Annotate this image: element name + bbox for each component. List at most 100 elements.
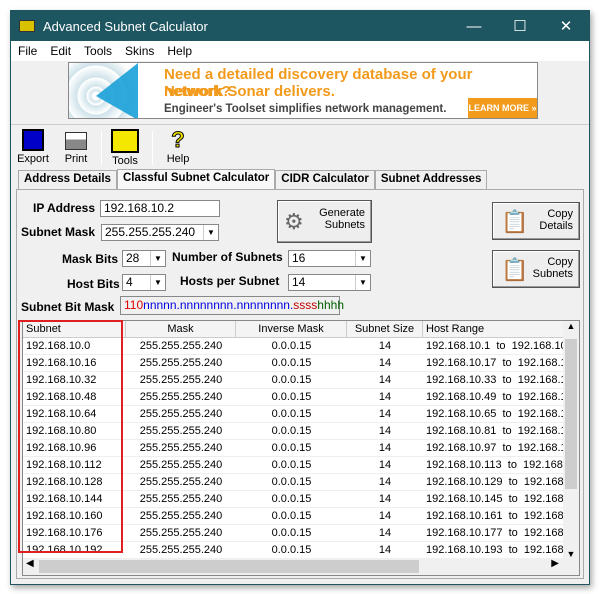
clipboard-icon: 📋	[501, 257, 529, 282]
subnet-mask-value: 255.255.255.240	[105, 225, 196, 239]
chevron-down-icon[interactable]: ▼	[203, 225, 218, 240]
number-of-subnets-value: 16	[292, 251, 306, 265]
radar-graphic	[69, 63, 151, 118]
cell-inverse-mask: 0.0.0.15	[271, 476, 312, 488]
bits-host: hhhh	[317, 298, 344, 312]
question-mark-icon: ?	[171, 127, 185, 152]
cell-subnet-size: 14	[378, 493, 392, 505]
cell-subnet-size: 14	[378, 510, 392, 522]
copy-subnets-button[interactable]: 📋 Copy Subnets	[492, 250, 580, 288]
mask-bits-value: 28	[126, 251, 140, 265]
subnet-bit-mask-field: 110nnnnn.nnnnnnnn.nnnnnnnn.sssshhhh	[120, 296, 344, 315]
cell-inverse-mask: 0.0.0.15	[271, 544, 312, 556]
cell-inverse-mask: 0.0.0.15	[271, 442, 312, 454]
mask-bits-select[interactable]: 28 ▼	[122, 250, 166, 267]
cell-host-range: 192.168.10.65 to 192.168.1	[426, 408, 565, 420]
mask-bits-label: Mask Bits	[62, 252, 119, 266]
export-button[interactable]: Export	[15, 129, 51, 165]
chevron-down-icon[interactable]: ▼	[355, 275, 370, 290]
close-button[interactable]: ✕	[543, 17, 589, 35]
print-label: Print	[64, 153, 88, 165]
menu-tools[interactable]: Tools	[77, 44, 118, 58]
hosts-per-subnet-label: Hosts per Subnet	[180, 274, 280, 288]
bits-network: nnnnn.nnnnnnnn.nnnnnnnn.	[143, 298, 294, 312]
cell-mask: 255.255.255.240	[139, 459, 223, 471]
window-title: Advanced Subnet Calculator	[43, 18, 208, 34]
bits-class: 110	[124, 298, 144, 312]
menu-file[interactable]: File	[11, 44, 43, 58]
cell-inverse-mask: 0.0.0.15	[271, 391, 312, 403]
floppy-disk-icon	[22, 129, 44, 151]
cell-host-range: 192.168.10.177 to 192.168.	[426, 527, 565, 539]
clipboard-icon: 📋	[501, 209, 529, 234]
tab-bar: Address Details Classful Subnet Calculat…	[18, 169, 488, 189]
maximize-button[interactable]: ☐	[497, 17, 543, 35]
subnet-mask-label: Subnet Mask	[21, 225, 96, 239]
toolbar-separator	[101, 131, 102, 165]
host-bits-value: 4	[126, 275, 133, 289]
hosts-per-subnet-select[interactable]: 14 ▼	[288, 274, 371, 291]
banner-subheadline: Network Sonar delivers.	[164, 83, 335, 100]
menu-bar: File Edit Tools Skins Help	[11, 41, 589, 61]
cell-host-range: 192.168.10.81 to 192.168.1	[426, 425, 565, 437]
column-mask[interactable]: Mask	[126, 321, 236, 337]
cell-host-range: 192.168.10.33 to 192.168.1	[426, 374, 565, 386]
ip-address-input[interactable]: 192.168.10.2	[100, 200, 220, 217]
minimize-button[interactable]: —	[451, 18, 497, 35]
number-of-subnets-select[interactable]: 16 ▼	[288, 250, 371, 267]
highlight-box	[18, 320, 123, 553]
generate-subnets-button[interactable]: ⚙ Generate Subnets	[277, 200, 372, 243]
horizontal-scrollbar[interactable]: ◀ ▶	[23, 558, 579, 575]
copy-details-label: Copy Details	[539, 208, 573, 232]
cell-mask: 255.255.255.240	[139, 510, 223, 522]
tools-label: Tools	[112, 155, 138, 167]
number-of-subnets-label: Number of Subnets	[172, 250, 283, 264]
cell-inverse-mask: 0.0.0.15	[271, 374, 312, 386]
cell-mask: 255.255.255.240	[139, 476, 223, 488]
column-host-range[interactable]: Host Range	[423, 321, 565, 337]
cell-host-range: 192.168.10.129 to 192.168.	[426, 476, 565, 488]
cell-subnet-size: 14	[378, 374, 392, 386]
tab-cidr-calculator[interactable]: CIDR Calculator	[275, 170, 375, 189]
chevron-down-icon[interactable]: ▼	[355, 251, 370, 266]
title-bar: Advanced Subnet Calculator — ☐ ✕	[11, 11, 589, 41]
tab-subnet-addresses[interactable]: Subnet Addresses	[374, 170, 488, 189]
learn-more-button[interactable]: LEARN MORE »	[468, 98, 537, 118]
subnet-mask-select[interactable]: 255.255.255.240 ▼	[101, 224, 219, 241]
chevron-down-icon[interactable]: ▼	[150, 251, 165, 266]
cell-mask: 255.255.255.240	[139, 374, 223, 386]
cell-subnet-size: 14	[378, 357, 392, 369]
cell-mask: 255.255.255.240	[139, 544, 223, 556]
toolbar: Export Print Tools ? Help	[11, 124, 589, 167]
help-label: Help	[166, 153, 190, 165]
subnet-bit-mask-label: Subnet Bit Mask	[21, 300, 115, 314]
host-bits-select[interactable]: 4 ▼	[122, 274, 166, 291]
copy-details-button[interactable]: 📋 Copy Details	[492, 202, 580, 240]
cell-mask: 255.255.255.240	[139, 357, 223, 369]
ad-banner[interactable]: Need a detailed discovery database of yo…	[68, 62, 538, 119]
vertical-scrollbar[interactable]: ▲ ▼	[563, 321, 579, 559]
host-bits-label: Host Bits	[67, 277, 120, 291]
menu-help[interactable]: Help	[160, 44, 198, 58]
cell-host-range: 192.168.10.113 to 192.168.	[426, 459, 565, 471]
bits-subnet: ssss	[293, 298, 318, 312]
cell-mask: 255.255.255.240	[139, 340, 223, 352]
column-subnet-size[interactable]: Subnet Size	[347, 321, 423, 337]
cell-mask: 255.255.255.240	[139, 442, 223, 454]
menu-edit[interactable]: Edit	[43, 44, 77, 58]
tools-button[interactable]: Tools	[109, 129, 141, 167]
cell-inverse-mask: 0.0.0.15	[271, 340, 312, 352]
tab-address-details[interactable]: Address Details	[18, 170, 117, 189]
cell-inverse-mask: 0.0.0.15	[271, 425, 312, 437]
cell-inverse-mask: 0.0.0.15	[271, 408, 312, 420]
column-inverse-mask[interactable]: Inverse Mask	[236, 321, 347, 337]
cell-subnet-size: 14	[378, 459, 392, 471]
cell-subnet-size: 14	[378, 527, 392, 539]
help-button[interactable]: ? Help	[163, 127, 193, 165]
gears-icon: ⚙	[284, 209, 304, 234]
menu-skins[interactable]: Skins	[118, 44, 160, 58]
toolbox-icon	[111, 129, 139, 153]
chevron-down-icon[interactable]: ▼	[150, 275, 165, 290]
tab-classful-subnet-calculator[interactable]: Classful Subnet Calculator	[116, 169, 276, 189]
print-button[interactable]: Print	[61, 129, 91, 165]
